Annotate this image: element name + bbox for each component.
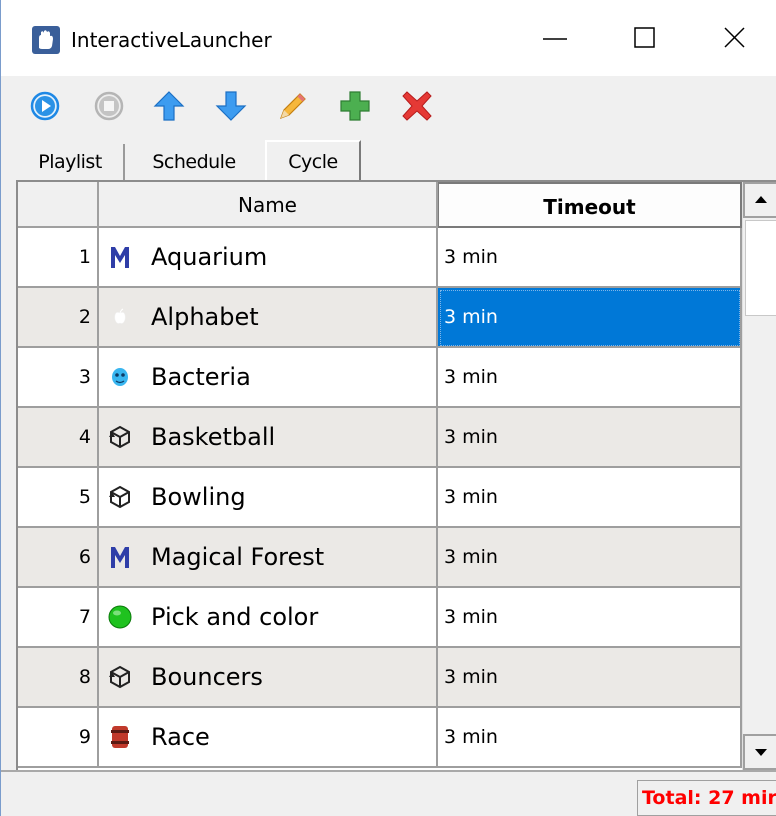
green-ball-icon: [107, 604, 133, 630]
row-number[interactable]: 8: [18, 648, 99, 708]
column-header-name[interactable]: Name: [99, 182, 438, 228]
tab-playlist[interactable]: Playlist: [17, 144, 125, 180]
table-row[interactable]: 4 Basketball 3 min: [18, 408, 742, 468]
stop-icon: [94, 91, 124, 121]
timeout-cell[interactable]: 3 min: [438, 648, 742, 708]
app-name: Race: [151, 723, 210, 751]
close-button[interactable]: [690, 0, 776, 76]
row-number[interactable]: 9: [18, 708, 99, 768]
app-name: Bouncers: [151, 663, 263, 691]
row-number[interactable]: 1: [18, 228, 99, 288]
name-cell[interactable]: Bacteria: [99, 348, 438, 408]
timeout-cell[interactable]: 3 min: [438, 408, 742, 468]
row-number[interactable]: 3: [18, 348, 99, 408]
unity-icon: [107, 424, 133, 450]
app-name: Bacteria: [151, 363, 251, 391]
app-name: Basketball: [151, 423, 276, 451]
timeout-cell[interactable]: 3 min: [438, 528, 742, 588]
maximize-button[interactable]: [600, 0, 690, 76]
m-logo-icon: [107, 544, 133, 570]
column-header-timeout[interactable]: Timeout: [438, 182, 742, 228]
move-down-button[interactable]: [211, 86, 251, 126]
bacteria-icon: [107, 364, 133, 390]
timeout-cell[interactable]: 3 min: [438, 468, 742, 528]
app-name: Bowling: [151, 483, 246, 511]
pencil-icon: [279, 93, 306, 120]
launcher-app-icon: [32, 26, 60, 54]
header-corner[interactable]: [18, 182, 99, 228]
table-row[interactable]: 8 Bouncers 3 min: [18, 648, 742, 708]
name-cell[interactable]: Race: [99, 708, 438, 768]
name-cell[interactable]: Basketball: [99, 408, 438, 468]
name-cell[interactable]: Bouncers: [99, 648, 438, 708]
arrow-up-icon: [153, 91, 185, 121]
scroll-down-button[interactable]: [743, 734, 776, 770]
remove-button[interactable]: [397, 86, 437, 126]
move-up-button[interactable]: [149, 86, 189, 126]
unity-icon: [107, 664, 133, 690]
row-number[interactable]: 2: [18, 288, 99, 348]
status-bar: Total: 27 mir: [1, 770, 776, 816]
minimize-button[interactable]: [510, 0, 600, 76]
name-cell[interactable]: Alphabet: [99, 288, 438, 348]
title-bar[interactable]: InteractiveLauncher: [1, 0, 776, 76]
row-number[interactable]: 6: [18, 528, 99, 588]
app-name: Alphabet: [151, 303, 259, 331]
table-row[interactable]: 5 Bowling 3 min: [18, 468, 742, 528]
vertical-scrollbar[interactable]: [742, 182, 776, 770]
apple-icon: [107, 304, 133, 330]
tab-bar: Playlist Schedule Cycle: [1, 140, 776, 182]
name-cell[interactable]: Pick and color: [99, 588, 438, 648]
name-cell[interactable]: Bowling: [99, 468, 438, 528]
m-logo-icon: [107, 244, 133, 270]
table-row[interactable]: 9 Race 3 min: [18, 708, 742, 768]
barrel-icon: [107, 724, 133, 750]
row-number[interactable]: 4: [18, 408, 99, 468]
window-title: InteractiveLauncher: [71, 28, 272, 52]
timeout-cell[interactable]: 3 min: [438, 228, 742, 288]
row-number[interactable]: 5: [18, 468, 99, 528]
table-row[interactable]: 6 Magical Forest 3 min: [18, 528, 742, 588]
app-name: Magical Forest: [151, 543, 325, 571]
play-button[interactable]: [25, 86, 65, 126]
close-icon: [724, 27, 745, 48]
app-name: Aquarium: [151, 243, 268, 271]
timeout-cell[interactable]: 3 min: [438, 588, 742, 648]
x-icon: [402, 91, 432, 121]
tab-schedule[interactable]: Schedule: [127, 144, 261, 180]
play-icon: [30, 91, 60, 121]
timeout-cell[interactable]: 3 min: [438, 348, 742, 408]
timeout-cell[interactable]: 3 min: [438, 288, 742, 348]
stop-button[interactable]: [89, 86, 129, 126]
app-window: InteractiveLauncher Playlist Schedule Cy…: [0, 0, 776, 816]
scroll-up-button[interactable]: [743, 182, 776, 218]
row-number[interactable]: 7: [18, 588, 99, 648]
arrow-down-icon: [215, 91, 247, 121]
timeout-cell[interactable]: 3 min: [438, 708, 742, 768]
edit-button[interactable]: [273, 86, 313, 126]
plus-icon: [340, 91, 370, 121]
table-row[interactable]: 1 Aquarium 3 min: [18, 228, 742, 288]
minimize-icon: [543, 38, 567, 40]
table-row[interactable]: 2 Alphabet 3 min: [18, 288, 742, 348]
table-row[interactable]: 3 Bacteria 3 min: [18, 348, 742, 408]
table-row[interactable]: 7 Pick and color 3 min: [18, 588, 742, 648]
maximize-icon: [634, 27, 655, 48]
scroll-thumb[interactable]: [745, 220, 776, 316]
cycle-table: Name Timeout 1 Aquarium 3 min 2 Alphabet 3 mi…: [16, 180, 776, 770]
triangle-up-icon: [755, 196, 767, 203]
name-cell[interactable]: Aquarium: [99, 228, 438, 288]
tab-cycle[interactable]: Cycle: [265, 140, 361, 182]
name-cell[interactable]: Magical Forest: [99, 528, 438, 588]
toolbar: [1, 76, 776, 132]
add-button[interactable]: [335, 86, 375, 126]
triangle-down-icon: [755, 749, 767, 756]
total-duration: Total: 27 mir: [637, 780, 776, 816]
unity-icon: [107, 484, 133, 510]
app-name: Pick and color: [151, 603, 319, 631]
